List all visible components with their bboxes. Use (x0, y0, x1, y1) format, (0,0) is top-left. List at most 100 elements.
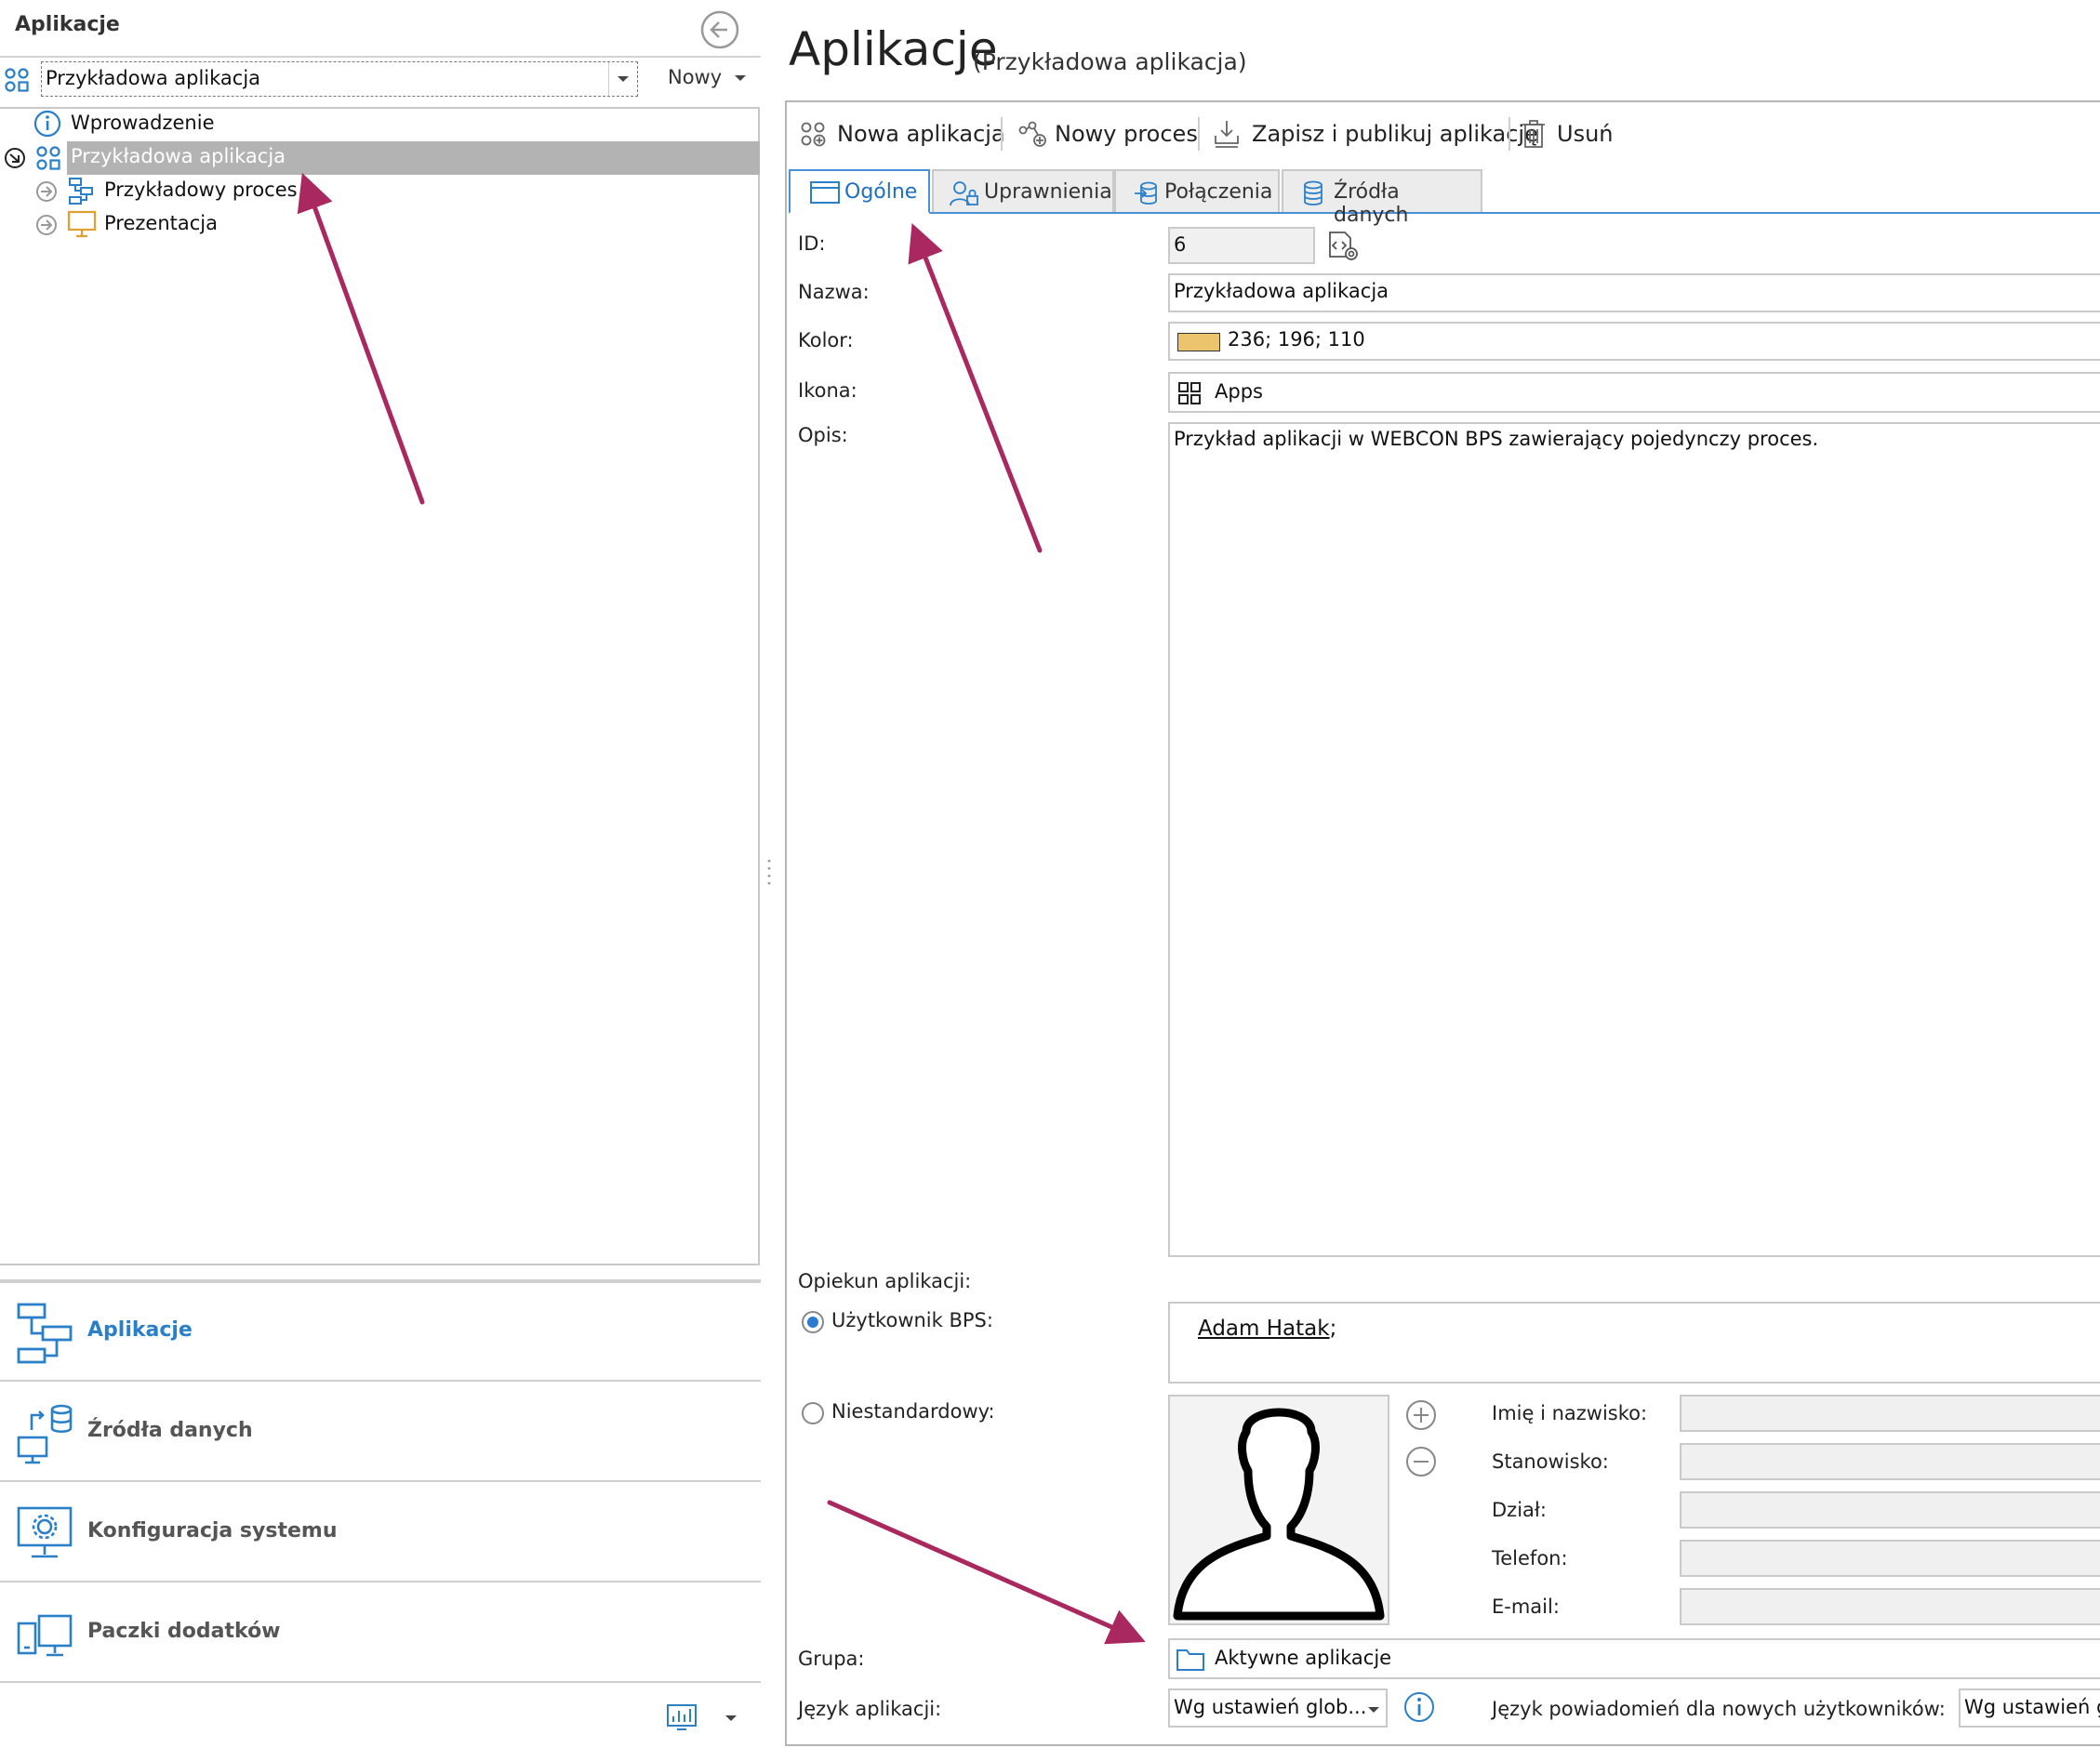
app-language-value: Wg ustawień glob... (1174, 1696, 1367, 1718)
nav-data-sources[interactable]: Źródła danych (0, 1384, 761, 1482)
connections-icon (1135, 181, 1157, 205)
database-icon (1304, 180, 1322, 205)
person-department-label: Dział: (1492, 1499, 1547, 1521)
presentation-icon (67, 210, 97, 238)
tree-item-label: Wprowadzenie (71, 112, 215, 134)
description-value: Przykład aplikacji w WEBCON BPS zawieraj… (1174, 428, 1819, 450)
tree-item-sample-application[interactable]: Przykładowa aplikacja (0, 141, 760, 173)
page-title: Aplikacje (789, 22, 998, 76)
tree-item-introduction[interactable]: Wprowadzenie (33, 108, 684, 139)
toolbar-divider (1198, 117, 1200, 151)
tree-item-sample-process[interactable]: Przykładowy proces (35, 175, 686, 206)
tab-data-sources[interactable]: Źródła danych (1282, 169, 1482, 227)
tab-label: Ogólne (844, 180, 918, 204)
name-value: Przykładowa aplikacja (1174, 280, 1389, 302)
devices-icon (17, 1614, 73, 1657)
left-panel-title: Aplikacje (15, 13, 120, 36)
back-arrow-icon[interactable] (699, 9, 740, 50)
data-sources-icon (17, 1404, 73, 1464)
id-label: ID: (798, 232, 826, 255)
application-select[interactable]: Przykładowa aplikacja (41, 61, 638, 97)
new-app-icon (801, 122, 826, 147)
tab-general[interactable]: Ogólne (789, 169, 930, 214)
person-phone-field[interactable] (1680, 1540, 2100, 1577)
new-process-button[interactable]: Nowy proces (1017, 113, 1198, 152)
settings-monitor-icon (17, 1506, 73, 1558)
tab-permissions[interactable]: Uprawnienia (932, 169, 1114, 212)
save-publish-button[interactable]: Zapisz i publikuj aplikację (1213, 113, 1538, 152)
notification-language-select[interactable]: Wg ustawień gl (1959, 1688, 2100, 1728)
divider (0, 56, 761, 58)
name-field[interactable]: Przykładowa aplikacja (1168, 273, 2100, 312)
icon-label: Ikona: (798, 379, 857, 402)
tree-item-label: Prezentacja (104, 212, 218, 234)
toolbar-label: Nowy proces (1055, 121, 1198, 147)
color-swatch (1177, 333, 1220, 351)
nav-applications[interactable]: Aplikacje (0, 1283, 761, 1382)
tree-item-presentation[interactable]: Prezentacja (35, 208, 686, 240)
script-settings-icon[interactable] (1326, 229, 1360, 262)
tree-item-label: Przykładowa aplikacja (71, 145, 286, 167)
id-field: 6 (1168, 227, 1315, 264)
person-email-field[interactable] (1680, 1588, 2100, 1625)
application-select-value: Przykładowa aplikacja (46, 67, 261, 89)
expand-icon[interactable] (35, 214, 58, 236)
person-name-label: Imię i nazwisko: (1492, 1402, 1648, 1424)
process-icon (69, 178, 93, 205)
nav-addon-packages[interactable]: Paczki dodatków (0, 1584, 761, 1683)
info-icon[interactable] (1402, 1690, 1436, 1724)
chevron-down-icon (1368, 1707, 1379, 1713)
avatar (1168, 1395, 1389, 1625)
bps-user-radio[interactable] (802, 1311, 824, 1333)
chevron-down-icon[interactable] (608, 62, 637, 96)
folder-icon (1176, 1649, 1204, 1671)
nav-system-configuration[interactable]: Konfiguracja systemu (0, 1484, 761, 1582)
custom-owner-label: Niestandardowy: (831, 1400, 995, 1423)
toolbar-divider (1001, 117, 1003, 151)
nav-label: Paczki dodatków (87, 1620, 281, 1643)
owner-label: Opiekun aplikacji: (798, 1270, 972, 1292)
color-field[interactable]: 236; 196; 110 (1168, 322, 2100, 361)
id-value: 6 (1174, 233, 1187, 256)
person-position-label: Stanowisko: (1492, 1450, 1609, 1473)
toolbar-label: Nowa aplikacja (837, 121, 1005, 147)
nav-label: Źródła danych (87, 1419, 253, 1442)
trash-icon (1522, 120, 1545, 148)
new-application-button[interactable]: Nowa aplikacja (800, 113, 1005, 152)
toolbar-label: Usuń (1557, 121, 1614, 147)
group-label: Grupa: (798, 1648, 865, 1670)
description-textarea[interactable]: Przykład aplikacji w WEBCON BPS zawieraj… (1168, 422, 2100, 1257)
chart-icon[interactable] (666, 1703, 698, 1731)
apps-icon (1178, 382, 1201, 404)
person-name-field[interactable] (1680, 1395, 2100, 1432)
tab-label: Uprawnienia (984, 180, 1112, 204)
icon-value: Apps (1215, 380, 1263, 403)
new-button-label: Nowy (668, 66, 723, 88)
tab-connections[interactable]: Połączenia (1114, 169, 1280, 212)
bps-user-field[interactable]: Adam Hatak; (1168, 1302, 2100, 1384)
remove-circle-icon[interactable] (1404, 1445, 1438, 1478)
group-field[interactable]: Aktywne aplikacje (1168, 1638, 2100, 1679)
new-button[interactable]: Nowy (651, 63, 753, 95)
left-panel: Aplikacje Przykładowa aplikacja Nowy Wpr… (0, 0, 761, 1761)
process-icon (17, 1303, 73, 1364)
collapse-icon[interactable] (4, 147, 26, 169)
chevron-down-icon (735, 75, 746, 81)
application-tree (0, 107, 760, 1265)
chevron-down-icon[interactable] (724, 1711, 738, 1726)
description-label: Opis: (798, 424, 848, 446)
expand-icon[interactable] (35, 180, 58, 203)
icon-field[interactable]: Apps (1168, 372, 2100, 413)
info-icon (33, 110, 61, 138)
person-position-field[interactable] (1680, 1443, 2100, 1480)
person-department-field[interactable] (1680, 1491, 2100, 1529)
custom-owner-radio[interactable] (802, 1402, 824, 1424)
add-circle-icon[interactable] (1404, 1398, 1438, 1432)
bps-user-link[interactable]: Adam Hatak (1198, 1317, 1330, 1341)
color-value: 236; 196; 110 (1228, 328, 1365, 351)
app-language-select[interactable]: Wg ustawień glob... (1168, 1688, 1388, 1728)
splitter-handle[interactable] (766, 855, 772, 893)
tree-item-label: Przykładowy proces (104, 179, 298, 201)
delete-button[interactable]: Usuń (1520, 113, 1614, 152)
nav-label: Konfiguracja systemu (87, 1519, 338, 1543)
